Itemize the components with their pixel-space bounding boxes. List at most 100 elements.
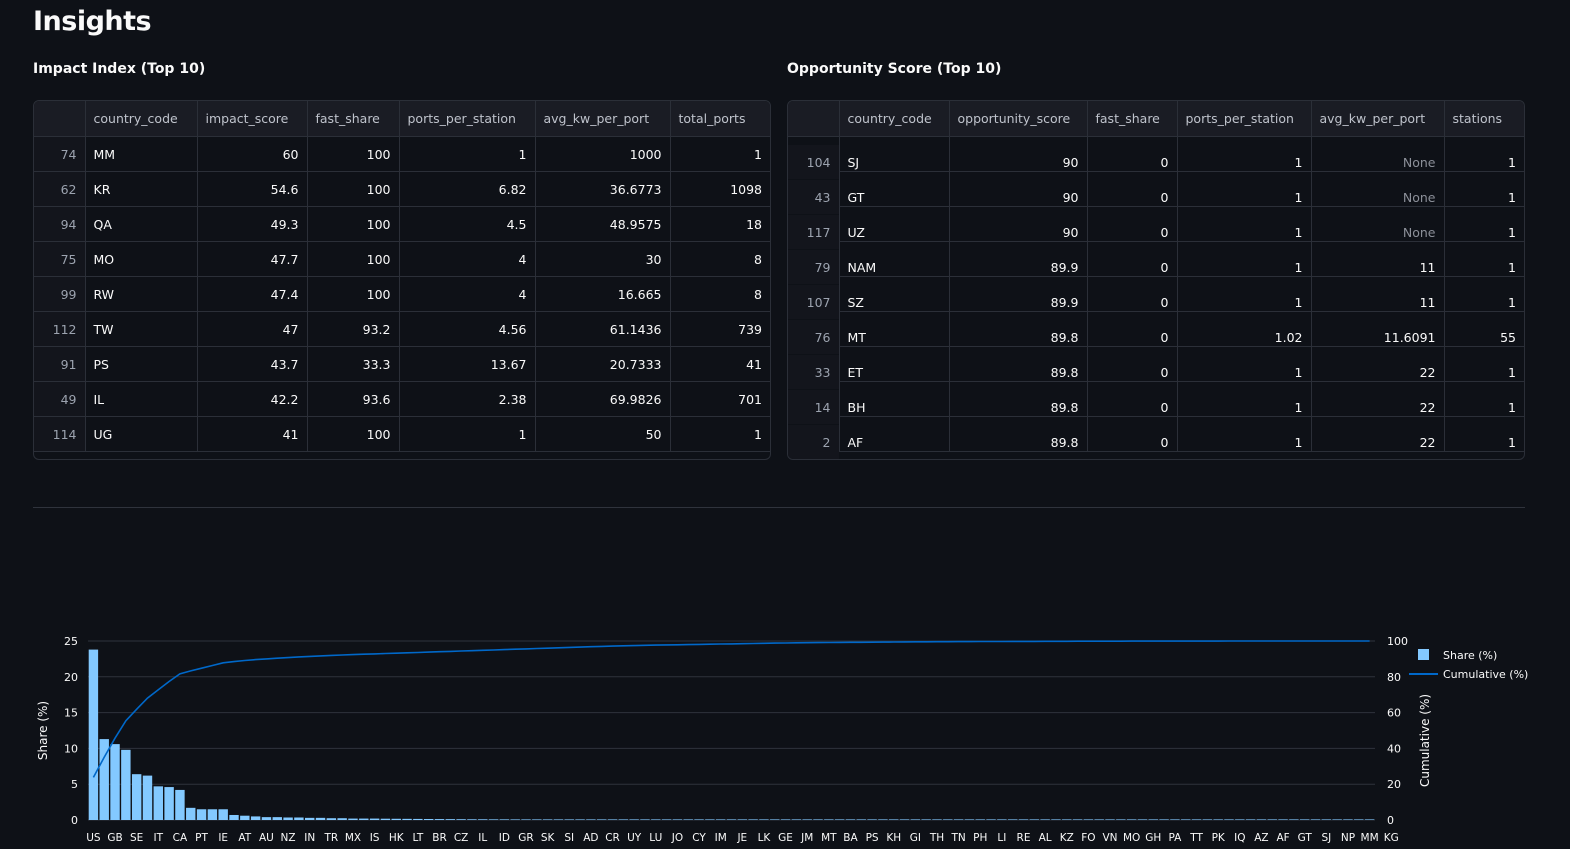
column-header-opportunity-score[interactable]: opportunity_score bbox=[949, 101, 1088, 137]
row-index[interactable]: 117 bbox=[788, 214, 840, 250]
cell-impact-score[interactable]: 43.7 bbox=[197, 346, 308, 382]
cell-country-code[interactable]: GT bbox=[839, 179, 950, 215]
cell-opportunity-score[interactable]: 90 bbox=[949, 179, 1088, 215]
column-header-avg-kw-per-port[interactable]: avg_kw_per_port bbox=[1311, 101, 1445, 137]
column-header-country-code[interactable]: country_code bbox=[85, 101, 198, 137]
row-index[interactable]: 107 bbox=[788, 284, 840, 320]
cell-avg-kw-per-port[interactable]: 36.6773 bbox=[535, 171, 671, 207]
table-row[interactable]: 112 TW 47 93.2 4.56 61.1436 739 bbox=[34, 311, 770, 347]
row-index[interactable]: 114 bbox=[34, 416, 86, 452]
cell-ports-per-station[interactable]: 1.02 bbox=[1177, 319, 1312, 355]
cell-fast-share[interactable]: 0 bbox=[1087, 144, 1178, 180]
cell-avg-kw-per-port[interactable]: 11 bbox=[1311, 284, 1445, 320]
cell-fast-share[interactable]: 100 bbox=[307, 276, 400, 312]
cell-ports-per-station[interactable]: 1 bbox=[1177, 144, 1312, 180]
cell-fast-share[interactable]: 100 bbox=[307, 241, 400, 277]
cell-fast-share[interactable]: 100 bbox=[307, 416, 400, 452]
cell-avg-kw-per-port[interactable]: 22 bbox=[1311, 389, 1445, 425]
cell-ports-per-station[interactable]: 1 bbox=[1177, 424, 1312, 459]
table-row[interactable]: 14 BH 89.8 0 1 22 1 bbox=[788, 389, 1524, 425]
table-row[interactable]: 94 QA 49.3 100 4.5 48.9575 18 bbox=[34, 206, 770, 242]
row-index[interactable]: 76 bbox=[788, 319, 840, 355]
row-index[interactable]: 91 bbox=[34, 346, 86, 382]
cell-fast-share[interactable]: 100 bbox=[307, 171, 400, 207]
row-index[interactable]: 75 bbox=[34, 241, 86, 277]
cell-ports-per-station[interactable]: 2.38 bbox=[399, 381, 536, 417]
pareto-chart[interactable]: 0 5 10 15 20 25 0 20 40 60 80 100 US GB SE IT CA PT IE AT AU… bbox=[0, 620, 1570, 849]
table-row[interactable]: 2 AF 89.8 0 1 22 1 bbox=[788, 424, 1524, 459]
cell-fast-share[interactable]: 0 bbox=[1087, 179, 1178, 215]
table-row[interactable]: 75 MO 47.7 100 4 30 8 bbox=[34, 241, 770, 277]
table-row[interactable]: 104 SJ 90 0 1 None 1 bbox=[788, 144, 1524, 180]
cell-total-ports[interactable]: 1 bbox=[670, 136, 770, 172]
table-row[interactable]: 76 MT 89.8 0 1.02 11.6091 55 bbox=[788, 319, 1524, 355]
cell-fast-share[interactable]: 0 bbox=[1087, 319, 1178, 355]
cell-fast-share[interactable]: 0 bbox=[1087, 389, 1178, 425]
cell-avg-kw-per-port[interactable]: 1000 bbox=[535, 136, 671, 172]
cell-country-code[interactable]: MM bbox=[85, 136, 198, 172]
column-header-ports-per-station[interactable]: ports_per_station bbox=[1177, 101, 1312, 137]
cell-avg-kw-per-port[interactable]: 30 bbox=[535, 241, 671, 277]
cell-country-code[interactable]: AF bbox=[839, 424, 950, 459]
cell-opportunity-score[interactable]: 89.9 bbox=[949, 284, 1088, 320]
cell-avg-kw-per-port[interactable]: 69.9826 bbox=[535, 381, 671, 417]
cell-fast-share[interactable]: 100 bbox=[307, 206, 400, 242]
cell-total-ports[interactable]: 1 bbox=[670, 416, 770, 452]
column-header-stations[interactable]: stations bbox=[1444, 101, 1524, 137]
cell-stations[interactable]: 1 bbox=[1444, 214, 1524, 250]
row-index[interactable]: 49 bbox=[34, 381, 86, 417]
table-row[interactable]: 74 MM 60 100 1 1000 1 bbox=[34, 136, 770, 172]
cell-avg-kw-per-port[interactable]: 22 bbox=[1311, 354, 1445, 390]
cell-opportunity-score[interactable]: 89.8 bbox=[949, 354, 1088, 390]
column-header-total-ports[interactable]: total_ports bbox=[670, 101, 770, 137]
column-header-fast-share[interactable]: fast_share bbox=[307, 101, 400, 137]
cell-total-ports[interactable]: 8 bbox=[670, 276, 770, 312]
cell-stations[interactable]: 1 bbox=[1444, 284, 1524, 320]
table-row[interactable]: 117 UZ 90 0 1 None 1 bbox=[788, 214, 1524, 250]
cell-opportunity-score[interactable]: 89.8 bbox=[949, 424, 1088, 459]
cell-fast-share[interactable]: 0 bbox=[1087, 354, 1178, 390]
cell-opportunity-score[interactable]: 90 bbox=[949, 214, 1088, 250]
cell-stations[interactable]: 1 bbox=[1444, 424, 1524, 459]
table-row[interactable]: 114 UG 41 100 1 50 1 bbox=[34, 416, 770, 452]
row-index[interactable]: 74 bbox=[34, 136, 86, 172]
cell-fast-share[interactable]: 0 bbox=[1087, 424, 1178, 459]
cell-avg-kw-per-port[interactable]: 11.6091 bbox=[1311, 319, 1445, 355]
cell-fast-share[interactable]: 0 bbox=[1087, 249, 1178, 285]
table-row[interactable]: 62 KR 54.6 100 6.82 36.6773 1098 bbox=[34, 171, 770, 207]
cell-impact-score[interactable]: 47.4 bbox=[197, 276, 308, 312]
cell-fast-share[interactable]: 93.6 bbox=[307, 381, 400, 417]
cell-country-code[interactable]: KR bbox=[85, 171, 198, 207]
cell-country-code[interactable]: MT bbox=[839, 319, 950, 355]
cell-country-code[interactable]: IL bbox=[85, 381, 198, 417]
cell-impact-score[interactable]: 60 bbox=[197, 136, 308, 172]
cell-ports-per-station[interactable]: 1 bbox=[399, 136, 536, 172]
cell-impact-score[interactable]: 47 bbox=[197, 311, 308, 347]
table-row[interactable]: 43 GT 90 0 1 None 1 bbox=[788, 179, 1524, 215]
cell-impact-score[interactable]: 49.3 bbox=[197, 206, 308, 242]
column-header-fast-share[interactable]: fast_share bbox=[1087, 101, 1178, 137]
column-header-impact-score[interactable]: impact_score bbox=[197, 101, 308, 137]
cell-avg-kw-per-port[interactable]: None bbox=[1311, 144, 1445, 180]
cell-avg-kw-per-port[interactable]: 48.9575 bbox=[535, 206, 671, 242]
cell-impact-score[interactable]: 42.2 bbox=[197, 381, 308, 417]
cell-country-code[interactable]: MO bbox=[85, 241, 198, 277]
cell-ports-per-station[interactable]: 4.5 bbox=[399, 206, 536, 242]
cell-ports-per-station[interactable]: 1 bbox=[1177, 389, 1312, 425]
cell-ports-per-station[interactable]: 4.56 bbox=[399, 311, 536, 347]
table-row[interactable]: 49 IL 42.2 93.6 2.38 69.9826 701 bbox=[34, 381, 770, 417]
cell-impact-score[interactable]: 54.6 bbox=[197, 171, 308, 207]
cell-country-code[interactable]: SJ bbox=[839, 144, 950, 180]
cell-country-code[interactable]: NAM bbox=[839, 249, 950, 285]
row-index[interactable]: 62 bbox=[34, 171, 86, 207]
cell-fast-share[interactable]: 100 bbox=[307, 136, 400, 172]
cell-country-code[interactable]: RW bbox=[85, 276, 198, 312]
cell-opportunity-score[interactable]: 89.9 bbox=[949, 249, 1088, 285]
cell-country-code[interactable]: SZ bbox=[839, 284, 950, 320]
row-index[interactable]: 104 bbox=[788, 144, 840, 180]
cell-country-code[interactable]: BH bbox=[839, 389, 950, 425]
table-row[interactable]: 107 SZ 89.9 0 1 11 1 bbox=[788, 284, 1524, 320]
row-index[interactable]: 112 bbox=[34, 311, 86, 347]
cell-fast-share[interactable]: 0 bbox=[1087, 284, 1178, 320]
cell-avg-kw-per-port[interactable]: 61.1436 bbox=[535, 311, 671, 347]
